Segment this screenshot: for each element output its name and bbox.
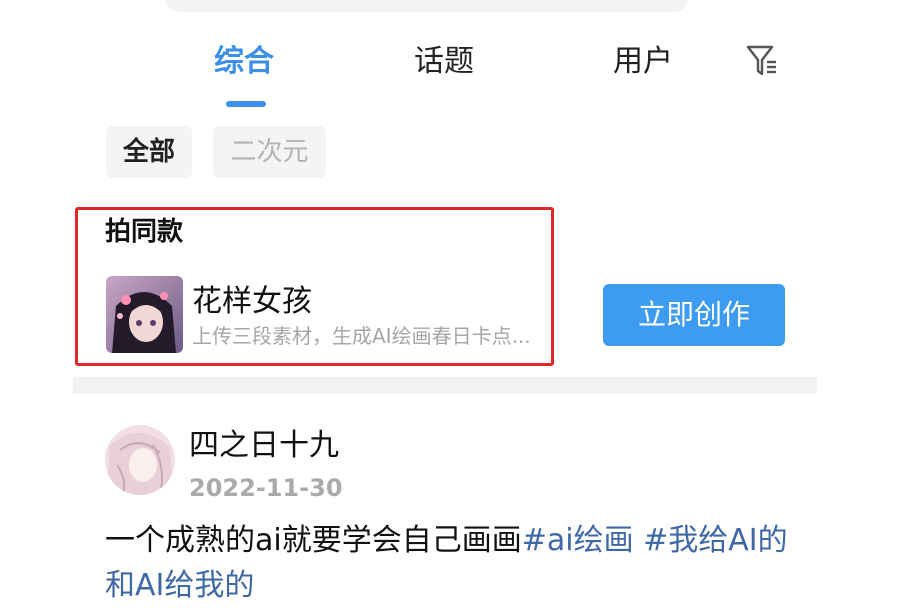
avatar[interactable] xyxy=(105,425,175,495)
filter-icon[interactable] xyxy=(746,44,778,78)
template-description: 上传三段素材，生成AI绘画春日卡点... xyxy=(192,324,531,348)
tab-active-indicator xyxy=(226,101,266,107)
chip-anime[interactable]: 二次元 xyxy=(213,126,326,178)
hashtag-i-give-ai[interactable]: #我给AI的 xyxy=(643,523,788,558)
hashtag-ai-painting[interactable]: #ai绘画 xyxy=(522,523,634,558)
post-date: 2022-11-30 xyxy=(189,474,343,502)
tab-bar: 综合 话题 用户 xyxy=(0,0,901,115)
tab-comprehensive[interactable]: 综合 xyxy=(214,42,274,82)
section-divider xyxy=(73,377,817,394)
section-title-same-style: 拍同款 xyxy=(105,217,184,247)
template-title[interactable]: 花样女孩 xyxy=(192,282,312,322)
post-text[interactable]: 一个成熟的ai就要学会自己画画#ai绘画 #我给AI的 和AI给我的 xyxy=(105,518,805,608)
post-username[interactable]: 四之日十九 xyxy=(189,426,339,466)
template-thumbnail[interactable] xyxy=(106,276,183,353)
tab-users[interactable]: 用户 xyxy=(613,42,673,82)
create-now-button[interactable]: 立即创作 xyxy=(603,284,785,346)
chip-all[interactable]: 全部 xyxy=(106,126,192,178)
hashtag-continuation[interactable]: 和AI给我的 xyxy=(105,568,254,603)
post-text-prefix: 一个成熟的ai就要学会自己画画 xyxy=(105,523,522,558)
tab-topics[interactable]: 话题 xyxy=(414,42,474,82)
